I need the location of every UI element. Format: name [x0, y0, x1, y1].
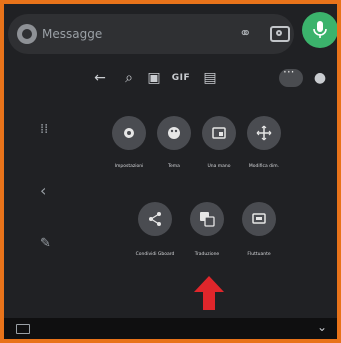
move-icon: [256, 125, 272, 141]
emoji-icon[interactable]: [17, 24, 37, 44]
back-arrow-icon[interactable]: ←: [90, 66, 110, 90]
keyboard-bottom-bar: ⌄: [4, 318, 337, 339]
tile-label: Modifica dim.: [248, 164, 280, 169]
keyboard-screen: Messagge ⚭ ← ⌕ ▣ GIF ▤ ● ⁞⁞ ‹ ✎ Impostaz…: [4, 4, 337, 339]
gif-button[interactable]: GIF: [169, 66, 193, 90]
floating-icon: [252, 213, 266, 224]
share-icon: [149, 212, 161, 226]
back-chevron-icon[interactable]: ‹: [40, 181, 46, 200]
tile-one-handed[interactable]: [202, 116, 236, 150]
tile-floating[interactable]: [242, 202, 276, 236]
mic-button[interactable]: [302, 12, 337, 48]
message-input[interactable]: Messagge: [42, 25, 192, 43]
chevron-down-icon[interactable]: ⌄: [317, 320, 327, 334]
tile-translate[interactable]: [190, 202, 224, 236]
grid-icon[interactable]: ⁞⁞: [40, 122, 48, 137]
translate-icon: [200, 212, 215, 227]
tile-label: Condividi Gboard: [135, 252, 175, 257]
search-icon[interactable]: ⌕: [119, 66, 139, 90]
palette-icon: [168, 127, 180, 139]
keyboard-toolbar: ← ⌕ ▣ GIF ▤ ●: [4, 65, 337, 92]
attach-icon[interactable]: ⚭: [239, 24, 252, 42]
one-handed-icon: [212, 127, 226, 139]
more-options-icon[interactable]: [279, 65, 303, 87]
camera-icon[interactable]: [270, 26, 290, 42]
tile-resize[interactable]: [247, 116, 281, 150]
tile-theme[interactable]: [157, 116, 191, 150]
clipboard-icon[interactable]: ▤: [200, 66, 220, 90]
tile-share[interactable]: [138, 202, 172, 236]
message-bar: Messagge ⚭: [8, 14, 294, 54]
gear-icon: [124, 128, 134, 138]
tile-label: Traduzione: [194, 252, 220, 257]
keyboard-icon[interactable]: [16, 324, 30, 334]
sticker-icon[interactable]: ▣: [144, 66, 164, 90]
red-arrow-indicator: [194, 276, 224, 310]
tile-settings[interactable]: [112, 116, 146, 150]
voice-icon[interactable]: ●: [312, 66, 328, 90]
mic-icon: [313, 21, 327, 38]
tile-label: Fluttuante: [247, 252, 271, 257]
edit-icon[interactable]: ✎: [40, 236, 51, 251]
